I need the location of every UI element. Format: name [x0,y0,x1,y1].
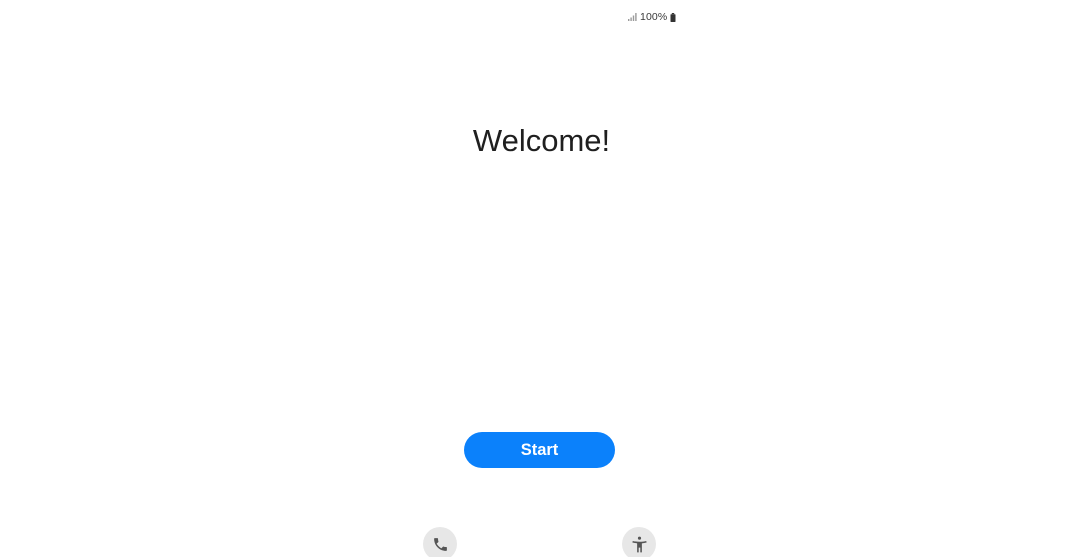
page-title: Welcome! [472,123,611,158]
emergency-call-button[interactable] [423,527,457,557]
start-button[interactable]: Start [464,432,615,468]
accessibility-button[interactable] [622,527,656,557]
battery-icon [670,12,676,22]
signal-icon [628,13,637,21]
status-bar: 100% [628,10,676,24]
battery-percentage: 100% [640,11,668,23]
phone-icon [432,536,449,553]
setup-welcome-screen: 100% Welcome! Start [0,0,1083,557]
accessibility-icon [630,535,649,554]
